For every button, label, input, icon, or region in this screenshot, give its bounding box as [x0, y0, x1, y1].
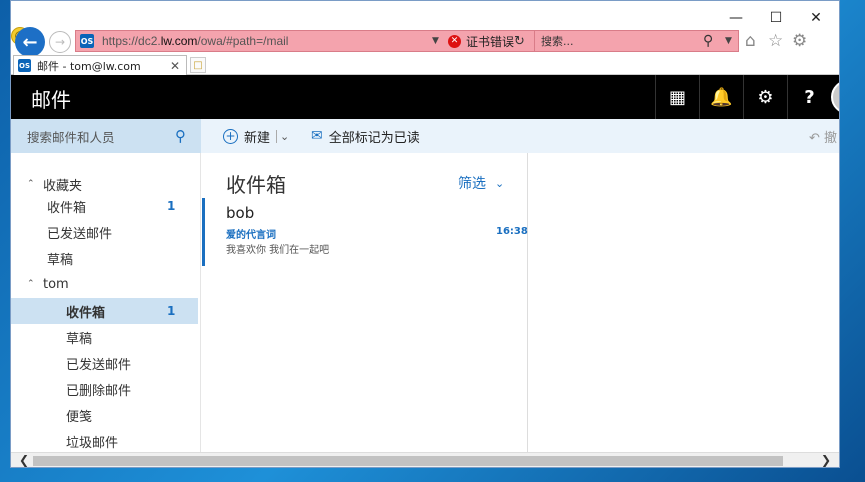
url-text[interactable]: https://dc2.lw.com/owa/#path=/mail: [102, 34, 288, 48]
help-button[interactable]: ?: [787, 75, 831, 119]
arrow-right-icon: →: [54, 35, 66, 49]
mail-search-box[interactable]: 搜索邮件和人员 ⚲: [11, 119, 201, 153]
account-group-header[interactable]: ⌃ tom: [11, 271, 198, 297]
new-tab-button[interactable]: □: [190, 57, 206, 73]
folder-junk[interactable]: 垃圾邮件: [11, 428, 198, 454]
outlook-favicon-icon: OS: [80, 34, 94, 48]
error-icon: ✕: [448, 34, 461, 48]
settings-button[interactable]: ⚙: [743, 75, 787, 119]
mark-all-read-button[interactable]: ✉ 全部标记为已读: [311, 127, 420, 146]
browser-navbar: ← → OS https://dc2.lw.com/owa/#path=/mai…: [11, 27, 839, 57]
message-list: 收件箱 筛选 ⌄ bob 爱的代言词 16:38 我喜欢你 我们在一起吧: [202, 153, 528, 453]
back-button[interactable]: ←: [15, 27, 45, 57]
gear-icon: ⚙: [757, 86, 774, 108]
message-sender: bob: [226, 204, 255, 222]
unread-count: 1: [167, 304, 176, 318]
reading-pane: [529, 153, 839, 453]
refresh-icon[interactable]: ↻: [514, 34, 525, 49]
unread-count: 1: [167, 199, 176, 213]
close-tab-icon[interactable]: ✕: [170, 59, 180, 73]
collapse-caret-icon: ⌃: [27, 179, 35, 189]
collapse-caret-icon: ⌃: [27, 279, 35, 289]
mail-search-placeholder: 搜索邮件和人员: [27, 129, 115, 145]
folder-drafts[interactable]: 草稿: [11, 324, 198, 350]
search-icon[interactable]: ⚲: [175, 127, 186, 145]
tab-label: 邮件 - tom@lw.com: [37, 59, 141, 73]
bell-icon: 🔔: [710, 86, 733, 108]
search-icon[interactable]: ⚲: [703, 33, 713, 49]
maximize-button[interactable]: ☐: [756, 7, 796, 29]
message-list-item[interactable]: bob 爱的代言词 16:38 我喜欢你 我们在一起吧: [202, 198, 528, 266]
scroll-right-icon[interactable]: ❯: [821, 453, 831, 467]
horizontal-scrollbar[interactable]: ❮ ❯: [11, 452, 839, 467]
account-group-label: tom: [43, 276, 69, 292]
scroll-left-icon[interactable]: ❮: [19, 453, 29, 467]
folder-title: 收件箱: [226, 173, 286, 197]
folder-inbox[interactable]: 收件箱 1: [11, 298, 198, 324]
message-preview: 我喜欢你 我们在一起吧: [226, 245, 330, 256]
folder-deleted[interactable]: 已删除邮件: [11, 376, 198, 402]
waffle-grid-icon: ▦: [668, 86, 686, 108]
app-title: 邮件: [31, 88, 71, 112]
address-dropdown-icon[interactable]: ▼: [432, 36, 439, 46]
undo-icon: ↶: [809, 130, 820, 146]
favorites-group-label: 收藏夹: [43, 178, 83, 194]
plus-circle-icon: +: [223, 128, 238, 144]
command-bar: + 新建 ⌄ ✉ 全部标记为已读 ↶ 撤: [201, 119, 839, 153]
arrow-left-icon: ←: [22, 31, 38, 53]
minimize-button[interactable]: —: [716, 7, 756, 29]
browser-search-box[interactable]: 搜索... ⚲ ▼: [534, 30, 739, 52]
folder-fav-drafts[interactable]: 草稿: [11, 245, 198, 271]
undo-button[interactable]: ↶ 撤: [809, 127, 837, 146]
chevron-down-icon[interactable]: ⌄: [276, 129, 289, 143]
message-subject: 爱的代言词: [226, 230, 276, 241]
avatar[interactable]: [831, 80, 839, 114]
folder-sent[interactable]: 已发送邮件: [11, 350, 198, 376]
search-dropdown-icon[interactable]: ▼: [725, 36, 732, 46]
chevron-down-icon: ⌄: [495, 176, 505, 190]
question-mark-icon: ?: [804, 86, 815, 108]
app-launcher-button[interactable]: ▦: [655, 75, 699, 119]
new-label: 新建: [244, 130, 271, 146]
mark-all-read-label: 全部标记为已读: [328, 130, 420, 146]
close-window-button[interactable]: ✕: [796, 7, 836, 29]
scrollbar-thumb[interactable]: [33, 456, 783, 466]
owa-header: 邮件 ▦ 🔔 ⚙ ?: [11, 75, 839, 119]
folder-fav-inbox[interactable]: 收件箱 1: [11, 193, 198, 219]
favorites-star-icon[interactable]: ☆: [768, 31, 783, 51]
message-time: 16:38: [496, 226, 528, 237]
new-message-button[interactable]: + 新建 ⌄: [223, 127, 289, 146]
folder-fav-sent[interactable]: 已发送邮件: [11, 219, 198, 245]
tab-bar: OS 邮件 - tom@lw.com ✕ □: [11, 55, 839, 75]
filter-button[interactable]: 筛选 ⌄: [458, 173, 504, 193]
home-icon[interactable]: ⌂: [745, 31, 756, 51]
address-bar[interactable]: OS https://dc2.lw.com/owa/#path=/mail ▼ …: [75, 30, 539, 52]
new-tab-icon: □: [193, 59, 203, 71]
browser-search-placeholder: 搜索...: [541, 35, 574, 48]
envelope-open-icon: ✉: [311, 128, 323, 144]
forward-button[interactable]: →: [49, 31, 71, 53]
outlook-tab-icon: OS: [18, 59, 31, 72]
notifications-button[interactable]: 🔔: [699, 75, 743, 119]
certificate-error-button[interactable]: ✕ 证书错误: [448, 33, 514, 50]
folder-notes[interactable]: 便笺: [11, 402, 198, 428]
folder-pane: ⌃ 收藏夹 收件箱 1 已发送邮件 草稿 ⌃ tom 收件箱 1 草稿 已发送邮…: [11, 153, 201, 453]
tab-mail[interactable]: OS 邮件 - tom@lw.com ✕: [13, 55, 187, 75]
browser-window: — ☐ ✕ ← → OS https://dc2.lw.com/owa/#pat…: [10, 0, 840, 468]
tools-gear-icon[interactable]: ⚙: [792, 31, 807, 51]
